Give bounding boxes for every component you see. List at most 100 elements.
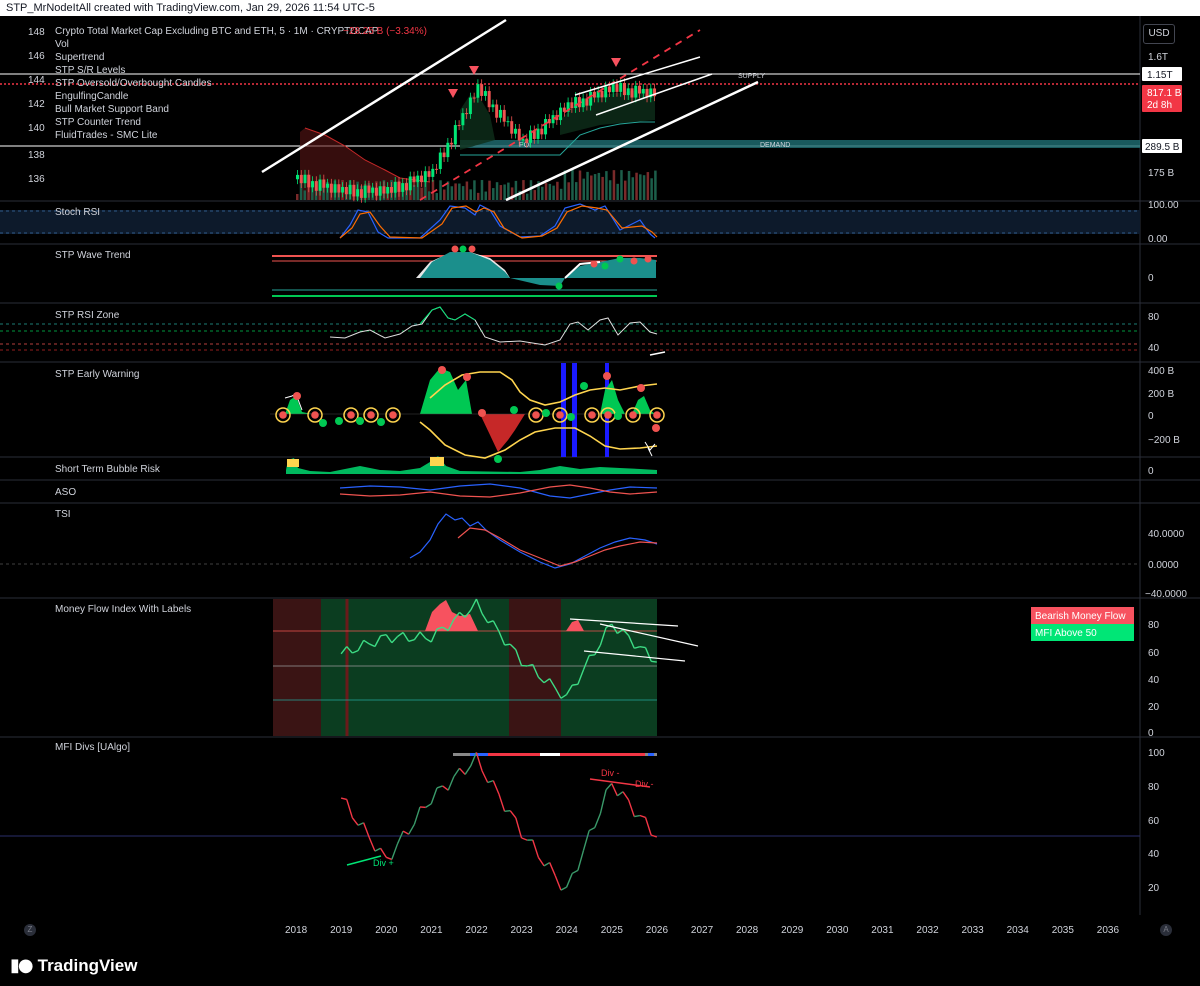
- brand-name: TradingView: [37, 955, 138, 975]
- candle-body: [465, 113, 469, 115]
- volume-bar: [605, 171, 608, 200]
- y-tick: 144: [28, 75, 45, 86]
- chart-canvas[interactable]: DEMAND SUPPLY POI Crypto Total Market Ca…: [0, 16, 1200, 958]
- ew-signal-dot: [588, 411, 596, 419]
- mfi-divs-segment: [622, 791, 630, 801]
- left-price-scale[interactable]: 148 146 144 142 140 138 136: [28, 27, 45, 185]
- indicator-label: STP S/R Levels: [55, 65, 125, 76]
- ew-marker: [319, 419, 327, 427]
- ew-marker: [463, 373, 471, 381]
- candle-body: [382, 186, 386, 194]
- candle-body: [589, 91, 593, 106]
- mfi-divs-segment: [644, 817, 652, 836]
- pane-tick: 100: [1148, 748, 1165, 759]
- candle-body: [352, 184, 356, 197]
- volume-bar: [548, 183, 552, 200]
- mfi-divs-segment: [481, 770, 489, 783]
- mfi-divs-segment: [571, 869, 579, 875]
- mfi-divs-segment: [413, 806, 421, 825]
- pane-tick: −200 B: [1148, 435, 1180, 446]
- poi-label: POI: [519, 142, 531, 149]
- mfi-divs-segment: [554, 875, 562, 891]
- candle-body: [435, 168, 439, 170]
- candle-body: [615, 84, 619, 92]
- wt-dot: [601, 262, 609, 270]
- ew-marker: [356, 417, 364, 425]
- volume-bar: [620, 170, 623, 200]
- indicator-label: EngulfingCandle: [55, 91, 129, 102]
- rsi-line: [329, 306, 658, 346]
- mfi-divs-segment: [442, 785, 449, 791]
- candle-body: [314, 181, 318, 191]
- ew-signal-dot: [629, 411, 637, 419]
- indicator-label: STP Counter Trend: [55, 117, 141, 128]
- bubble-risk-pane: Short Term Bubble Risk 0: [55, 456, 1154, 477]
- volume-bar: [627, 170, 631, 200]
- candle-body: [326, 183, 330, 188]
- pane-tick: 40: [1148, 849, 1160, 860]
- ew-marker: [542, 409, 550, 417]
- volume-bar: [556, 181, 559, 200]
- mfi-divs-segment: [509, 810, 517, 819]
- right-price-scale[interactable]: 1.6T 175 B 1.15T 817.1 B 2d 8h 289.5 B: [1142, 52, 1182, 179]
- volume-bar: [431, 180, 435, 200]
- x-tick-label: 2024: [556, 925, 579, 936]
- volume-bar: [443, 189, 446, 200]
- candle-body: [303, 174, 307, 184]
- mfi-divs-bar-blue: [648, 753, 654, 756]
- symbol-title: Crypto Total Market Cap Excluding BTC an…: [55, 26, 379, 37]
- mfi-divs-segment: [504, 810, 511, 813]
- volume-bar: [458, 183, 461, 200]
- x-tick-label: 2029: [781, 925, 804, 936]
- volume-bar: [574, 182, 578, 200]
- candle-body: [622, 82, 626, 96]
- volume-bar: [597, 172, 601, 200]
- ew-blue-bar: [572, 363, 577, 457]
- pane-tick: 0.00: [1148, 234, 1168, 245]
- candle-body: [450, 142, 454, 145]
- x-tick-label: 2036: [1097, 925, 1120, 936]
- pane-title: TSI: [55, 509, 71, 520]
- mfi-divs-segment: [396, 830, 404, 845]
- price-tag-text: 2d 8h: [1147, 100, 1172, 111]
- time-axis[interactable]: 2018 2019 2020 2021 2022 2023 2024 2025 2026 2027…: [285, 925, 1119, 936]
- candle-body: [341, 186, 345, 193]
- mfi-divs-segment: [521, 837, 528, 841]
- volume-bar: [623, 180, 627, 200]
- candle-body: [408, 176, 412, 191]
- candle-body: [461, 113, 465, 126]
- candle-body: [483, 91, 487, 96]
- candle-body: [525, 138, 529, 143]
- tradingview-mark-icon: ▮●: [10, 955, 34, 976]
- candle-body: [585, 98, 589, 106]
- volume-bar: [552, 185, 555, 200]
- candle-body: [630, 88, 634, 98]
- volume-bar: [495, 182, 499, 200]
- candle-body: [491, 104, 495, 108]
- pane-tick: 0.0000: [1148, 560, 1179, 571]
- volume-bar: [488, 180, 491, 200]
- pane-title: STP RSI Zone: [55, 310, 120, 321]
- zoom-button[interactable]: Z: [24, 924, 36, 936]
- x-tick-label: 2025: [601, 925, 624, 936]
- mfi-divs-segment: [532, 839, 540, 858]
- candle-body: [619, 82, 623, 92]
- x-tick-label: 2019: [330, 925, 353, 936]
- caption-bar: STP_MrNodeItAll created with TradingView…: [0, 0, 1200, 16]
- volume-bar: [559, 188, 563, 200]
- candle-body: [356, 189, 360, 197]
- candle-body: [348, 184, 352, 195]
- price-axis-label: 1.6T: [1148, 52, 1168, 63]
- candle-body: [480, 84, 484, 96]
- volume-bar: [544, 183, 548, 200]
- auto-scale-button[interactable]: A: [1160, 924, 1172, 936]
- overbought-marker: [448, 89, 458, 98]
- volume-bar: [612, 170, 616, 200]
- pane-tick: −40.0000: [1145, 589, 1187, 600]
- candle-body: [307, 174, 311, 188]
- pane-tick: 0: [1148, 728, 1154, 739]
- volume-bar: [412, 184, 416, 200]
- candle-body: [337, 184, 341, 193]
- mfi-divs-segment: [611, 783, 618, 797]
- price-axis-label: 175 B: [1148, 168, 1174, 179]
